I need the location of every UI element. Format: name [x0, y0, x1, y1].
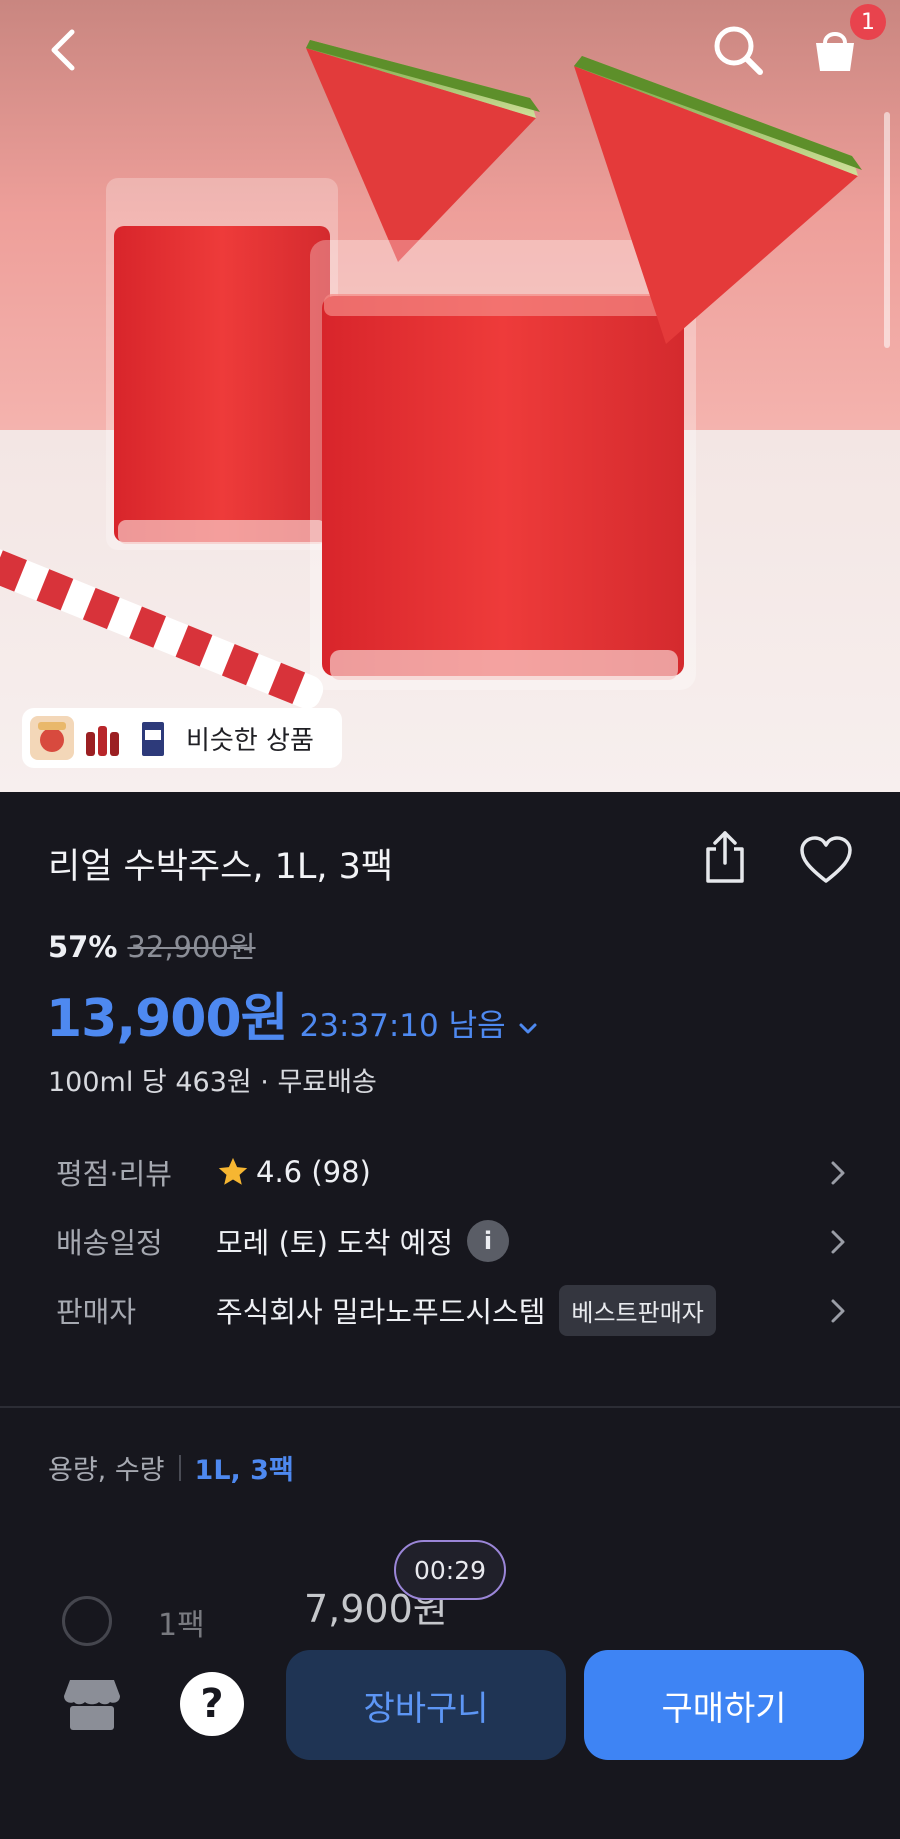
timer-expand-button[interactable]	[518, 1022, 538, 1036]
deal-timer[interactable]: 23:37:10 남음	[300, 1000, 506, 1045]
heart-icon	[800, 836, 852, 883]
option-pack-label: 1팩	[158, 1608, 205, 1643]
option-separator	[178, 1454, 181, 1481]
original-price: 32,900원	[127, 930, 256, 964]
unit-price-shipping: 100ml 당 463원 · 무료배송	[48, 1067, 377, 1098]
product-title: 리얼 수박주스, 1L, 3팩	[48, 847, 394, 887]
share-button[interactable]	[698, 826, 752, 888]
similar-products-button[interactable]: 비슷한 상품	[22, 708, 342, 768]
option-value: 1L, 3팩	[194, 1455, 294, 1486]
product-image[interactable]: 1 비슷한 상품	[0, 0, 900, 792]
option-label: 용량, 수량	[48, 1455, 165, 1486]
chevron-left-icon	[51, 29, 75, 71]
buy-now-button[interactable]: 구매하기	[584, 1650, 864, 1760]
store-icon	[64, 1680, 120, 1730]
wishlist-button[interactable]	[796, 832, 856, 888]
discount-rate: 57%	[48, 930, 118, 964]
similar-thumb-1	[30, 716, 74, 760]
chevron-right-icon	[830, 1298, 846, 1328]
help-button[interactable]: ?	[180, 1672, 244, 1736]
add-to-cart-button[interactable]: 장바구니	[286, 1650, 566, 1760]
share-icon	[706, 831, 744, 883]
search-icon	[714, 26, 763, 75]
similar-products-label: 비슷한 상품	[186, 725, 314, 756]
option-selector[interactable]: 용량, 수량 1L, 3팩	[48, 1448, 294, 1487]
sale-price: 13,900원	[46, 989, 289, 1049]
image-scroll-indicator	[884, 112, 890, 348]
similar-thumb-3	[130, 716, 174, 760]
watermelon-juice-photo	[0, 0, 900, 792]
section-divider	[0, 1406, 900, 1408]
store-button[interactable]	[60, 1674, 124, 1734]
seller-label: 판매자	[56, 1295, 137, 1329]
delivery-value: 모레 (토) 도착 예정	[216, 1226, 454, 1260]
rating-value: 4.6 (98)	[256, 1155, 371, 1189]
cart-count-badge: 1	[850, 4, 886, 40]
chevron-down-icon	[519, 1023, 537, 1034]
delivery-label: 배송일정	[56, 1226, 163, 1260]
countdown-pill: 00:29	[394, 1540, 506, 1600]
chevron-right-icon	[830, 1229, 846, 1259]
search-button[interactable]	[708, 20, 768, 80]
chevron-right-icon	[830, 1160, 846, 1190]
similar-thumb-2	[80, 716, 124, 760]
info-icon[interactable]: i	[467, 1220, 510, 1262]
option-check-icon[interactable]	[62, 1596, 112, 1646]
seller-row[interactable]: 판매자 주식회사 밀라노푸드시스템 베스트판매자	[56, 1284, 856, 1336]
seller-name: 주식회사 밀라노푸드시스템	[216, 1295, 546, 1329]
star-icon	[216, 1155, 250, 1189]
back-button[interactable]	[38, 22, 88, 78]
delivery-schedule-row[interactable]: 배송일정 모레 (토) 도착 예정 i	[56, 1217, 856, 1265]
rating-label: 평점·리뷰	[56, 1157, 172, 1191]
best-seller-badge: 베스트판매자	[559, 1284, 716, 1336]
rating-review-row[interactable]: 평점·리뷰 4.6 (98)	[56, 1148, 856, 1196]
